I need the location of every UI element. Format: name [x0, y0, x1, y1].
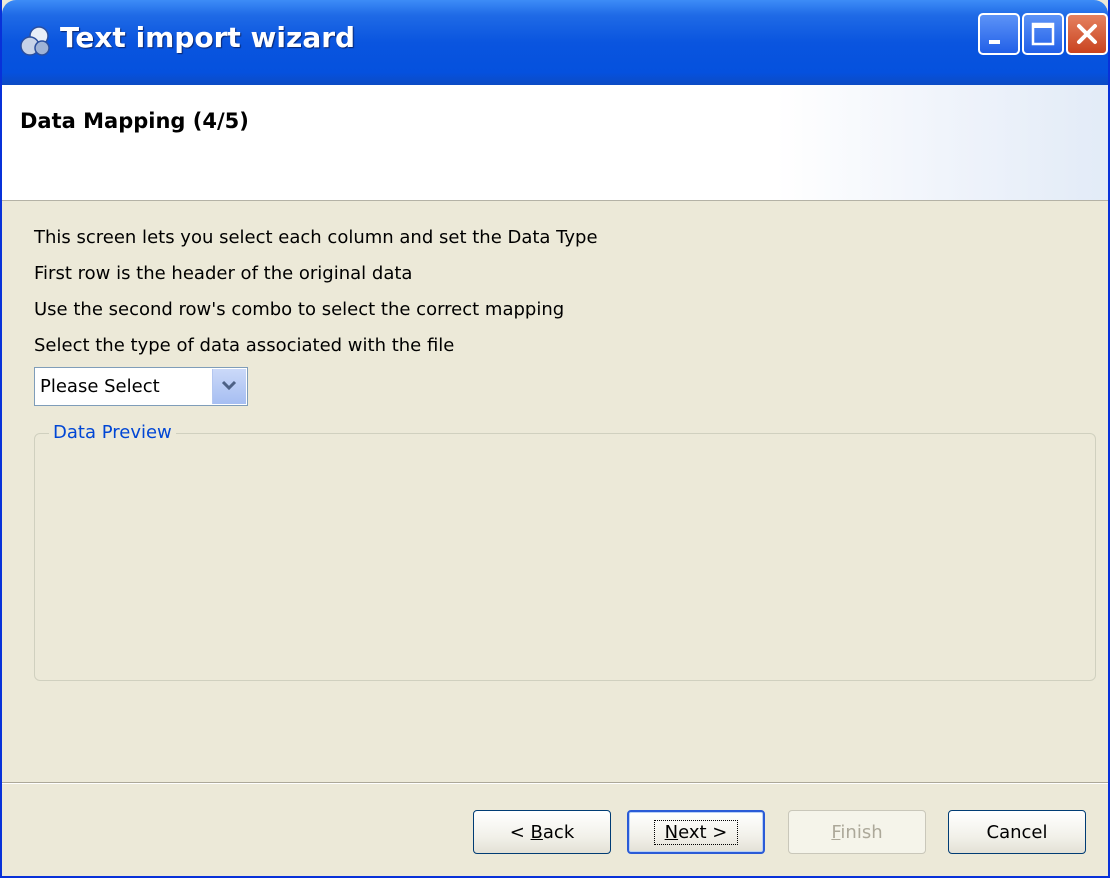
wizard-content: This screen lets you select each column …	[2, 201, 1108, 781]
app-icon	[18, 24, 52, 58]
finish-button: Finish	[788, 810, 926, 854]
wizard-window: Text import wizard Data Mapping (4/5) Th…	[0, 0, 1110, 878]
data-type-select[interactable]: Please Select	[34, 367, 248, 406]
data-type-select-dropdown-button[interactable]	[212, 369, 246, 404]
instruction-text: First row is the header of the original …	[34, 263, 413, 284]
maximize-button[interactable]	[1022, 13, 1064, 55]
instruction-text: This screen lets you select each column …	[34, 227, 598, 248]
data-type-select-value: Please Select	[40, 376, 160, 397]
wizard-header: Data Mapping (4/5)	[2, 85, 1108, 201]
button-separator	[2, 782, 1108, 784]
cancel-button[interactable]: Cancel	[948, 810, 1086, 854]
page-title: Data Mapping (4/5)	[20, 109, 249, 133]
data-preview-label: Data Preview	[49, 422, 176, 443]
instruction-text: Use the second row's combo to select the…	[34, 299, 565, 320]
data-preview-group: Data Preview	[34, 422, 1096, 681]
back-button[interactable]: < Back	[473, 810, 611, 854]
window-title: Text import wizard	[60, 21, 356, 54]
next-button[interactable]: Next >	[627, 810, 765, 854]
instruction-text: Select the type of data associated with …	[34, 335, 455, 356]
minimize-button[interactable]	[978, 13, 1020, 55]
title-bar[interactable]: Text import wizard	[2, 0, 1108, 85]
close-button[interactable]	[1066, 13, 1108, 55]
chevron-down-icon	[213, 380, 245, 406]
